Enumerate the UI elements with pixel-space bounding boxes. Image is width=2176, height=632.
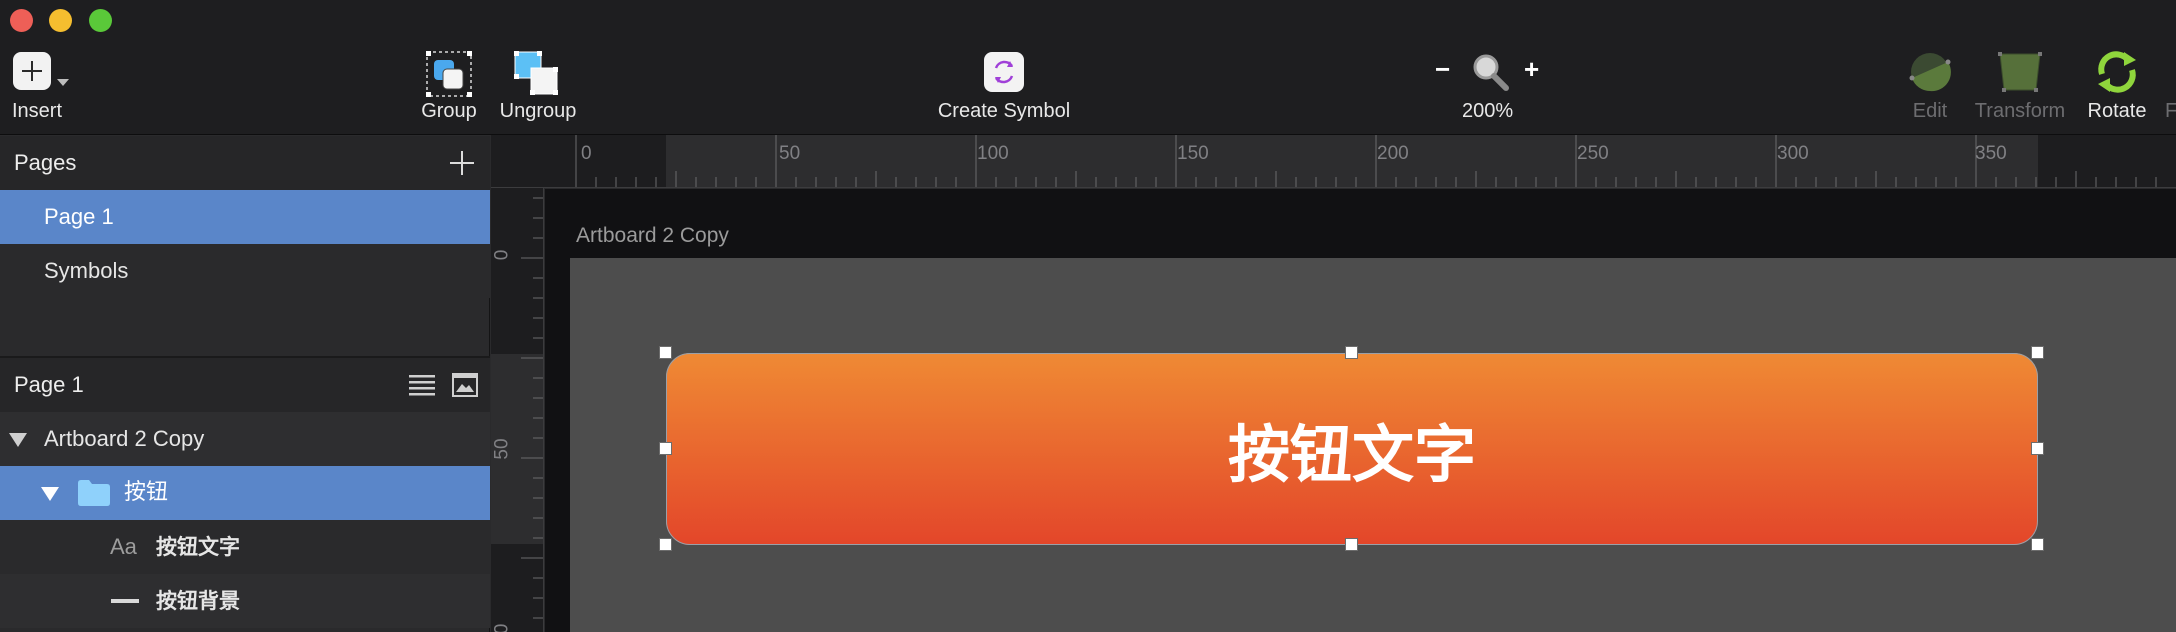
ungroup-label: Ungroup [499,100,577,122]
window-maximize-button[interactable] [89,9,112,32]
resize-handle-top-right[interactable] [2031,346,2044,359]
ruler-label: 150 [1177,143,1209,164]
rotate-label: Rotate [2087,100,2147,122]
create-symbol-icon [984,52,1024,92]
layer-label: 按钮 [124,480,169,505]
artboard-title[interactable]: Artboard 2 Copy [576,224,729,248]
zoom-out-button[interactable]: − [1435,54,1450,85]
edit-label: Edit [1912,100,1948,122]
pages-header: Pages [0,136,490,190]
toolbar: Insert Group Ungroup Create Symbol − + 2… [0,0,2176,135]
layer-artboard[interactable]: Artboard 2 Copy [0,412,490,466]
ungroup-icon [514,51,558,95]
layer-label: 按钮文字 [156,535,240,559]
resize-handle-right[interactable] [2031,442,2044,455]
zoom-in-button[interactable]: + [1524,54,1539,85]
resize-handle-left[interactable] [659,442,672,455]
selection-outline [666,353,2038,545]
transform-label: Transform [1974,100,2066,122]
page-item-label: Symbols [44,258,129,283]
ruler-label: 250 [1577,143,1609,164]
folder-icon [78,480,110,506]
layer-text[interactable]: Aa 按钮文字 [0,520,490,574]
group-icon [426,51,472,97]
ruler-label: 50 [779,143,801,164]
pages-title: Pages [14,150,77,175]
ruler-label: 350 [1975,143,2007,164]
resize-handle-bottom-right[interactable] [2031,538,2044,551]
resize-handle-bottom-left[interactable] [659,538,672,551]
page-item-page-1[interactable]: Page 1 [0,190,490,244]
ruler-label: 50 [491,438,513,460]
layer-shape[interactable]: 按钮背景 [0,574,490,628]
resize-handle-top[interactable] [1345,346,1358,359]
edit-icon [1909,53,1951,92]
create-symbol-label: Create Symbol [937,100,1071,122]
ruler-label: 200 [1377,143,1409,164]
magnifier-icon[interactable] [1470,52,1510,92]
rectangle-layer-icon [111,599,139,603]
layers-header: Page 1 [0,358,490,412]
resize-handle-top-left[interactable] [659,346,672,359]
sidebar: Pages Page 1 Symbols Page 1 Artboard 2 C… [0,136,490,632]
add-page-button[interactable] [450,151,474,175]
layer-label: Artboard 2 Copy [44,426,205,451]
layers-page-title: Page 1 [14,372,84,397]
ruler-label: 0 [581,143,592,164]
resize-handle-bottom[interactable] [1345,538,1358,551]
flatten-button[interactable]: F [2165,100,2176,123]
ruler-label: 0 [491,623,513,632]
page-item-label: Page 1 [44,204,114,229]
transform-icon [1998,52,2042,92]
zoom-level[interactable]: 200% [1462,100,1513,123]
ruler-label: 0 [491,249,513,261]
window-minimize-button[interactable] [49,9,72,32]
text-layer-icon: Aa [110,534,137,559]
list-view-icon[interactable] [409,374,435,396]
preview-icon[interactable] [452,373,478,397]
window-close-button[interactable] [10,9,33,32]
rotate-icon [2098,51,2136,93]
disclosure-triangle-icon[interactable] [9,433,27,447]
chevron-down-icon [57,79,69,86]
insert-label: Insert [12,100,63,122]
ruler-ticks [575,135,2157,187]
ruler-top: 0 50 100 150 200 250 300 350 [491,135,2176,188]
layer-label: 按钮背景 [156,589,240,613]
ruler-label: 300 [1777,143,1809,164]
page-item-symbols[interactable]: Symbols [0,244,490,298]
group-label: Group [421,100,477,122]
plus-icon [13,52,51,90]
ruler-label: 100 [977,143,1009,164]
layer-group[interactable]: 按钮 [0,466,490,520]
disclosure-triangle-icon[interactable] [41,487,59,501]
ruler-left: 0 50 0 [491,188,544,632]
